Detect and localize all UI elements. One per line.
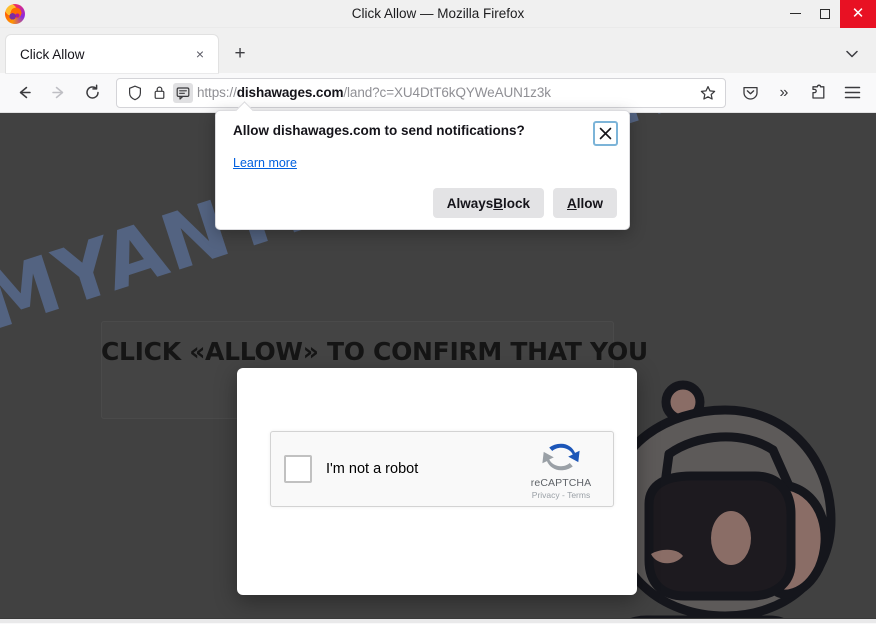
firefox-logo-icon	[5, 3, 25, 24]
shield-icon[interactable]	[125, 83, 145, 103]
url-scheme: https://	[197, 85, 237, 100]
page-headline: CLICK «ALLOW» TO CONFIRM THAT YOU	[101, 337, 648, 366]
list-all-tabs-icon[interactable]	[840, 42, 864, 66]
window-controls: ✕	[780, 0, 876, 28]
notification-permission-icon[interactable]	[173, 82, 193, 103]
recaptcha-logo-icon	[542, 443, 580, 471]
notification-permission-dialog: Allow dishawages.com to send notificatio…	[215, 101, 630, 230]
notification-close-button[interactable]	[593, 121, 618, 146]
page-bottom-strip	[0, 618, 876, 623]
url-text[interactable]: https://dishawages.com/land?c=XU4DtT6kQY…	[197, 85, 693, 100]
allow-button[interactable]: Allow	[553, 188, 617, 218]
minimize-button[interactable]	[780, 0, 810, 28]
recaptcha-checkbox[interactable]	[284, 455, 312, 483]
recaptcha-widget[interactable]: I'm not a robot reCAPTCHA Privacy - Term…	[270, 431, 614, 507]
hamburger-menu-icon[interactable]	[836, 78, 868, 108]
title-bar: Click Allow — Mozilla Firefox ✕	[0, 0, 876, 28]
browser-tab[interactable]: Click Allow ×	[6, 35, 218, 73]
notification-actions: Always Block Allow	[432, 188, 617, 218]
firefox-window: Click Allow — Mozilla Firefox ✕ Click Al…	[0, 0, 876, 624]
extensions-puzzle-icon[interactable]	[802, 78, 834, 108]
window-title: Click Allow — Mozilla Firefox	[351, 6, 525, 21]
captcha-dialog: I'm not a robot reCAPTCHA Privacy - Term…	[237, 368, 637, 595]
url-bar[interactable]: https://dishawages.com/land?c=XU4DtT6kQY…	[116, 77, 726, 108]
tab-close-icon[interactable]: ×	[190, 44, 210, 64]
recaptcha-label: I'm not a robot	[326, 461, 419, 477]
overflow-menu-icon[interactable]: »	[768, 78, 800, 108]
forward-icon[interactable]	[42, 78, 74, 108]
always-block-button[interactable]: Always Block	[432, 188, 544, 218]
maximize-button[interactable]	[810, 0, 840, 28]
url-path: /land?c=XU4DtT6kQYWeAUN1z3k	[343, 85, 551, 100]
pocket-icon[interactable]	[734, 78, 766, 108]
tab-strip: Click Allow × +	[0, 28, 876, 73]
recaptcha-legal-links[interactable]: Privacy - Terms	[522, 490, 600, 500]
close-window-button[interactable]: ✕	[840, 0, 876, 28]
reload-icon[interactable]	[76, 78, 108, 108]
url-host: dishawages.com	[236, 85, 344, 100]
new-tab-button[interactable]: +	[223, 37, 257, 71]
navigation-toolbar: https://dishawages.com/land?c=XU4DtT6kQY…	[0, 73, 876, 113]
recaptcha-brand-name: reCAPTCHA	[530, 477, 592, 489]
bookmark-star-icon[interactable]	[697, 82, 719, 104]
recaptcha-branding: reCAPTCHA Privacy - Terms	[522, 438, 600, 500]
tab-title: Click Allow	[20, 46, 85, 62]
learn-more-link[interactable]: Learn more	[233, 156, 297, 170]
notification-dialog-title: Allow dishawages.com to send notificatio…	[233, 123, 525, 138]
close-icon	[599, 127, 612, 140]
back-icon[interactable]	[8, 78, 40, 108]
lock-icon[interactable]	[149, 83, 169, 103]
